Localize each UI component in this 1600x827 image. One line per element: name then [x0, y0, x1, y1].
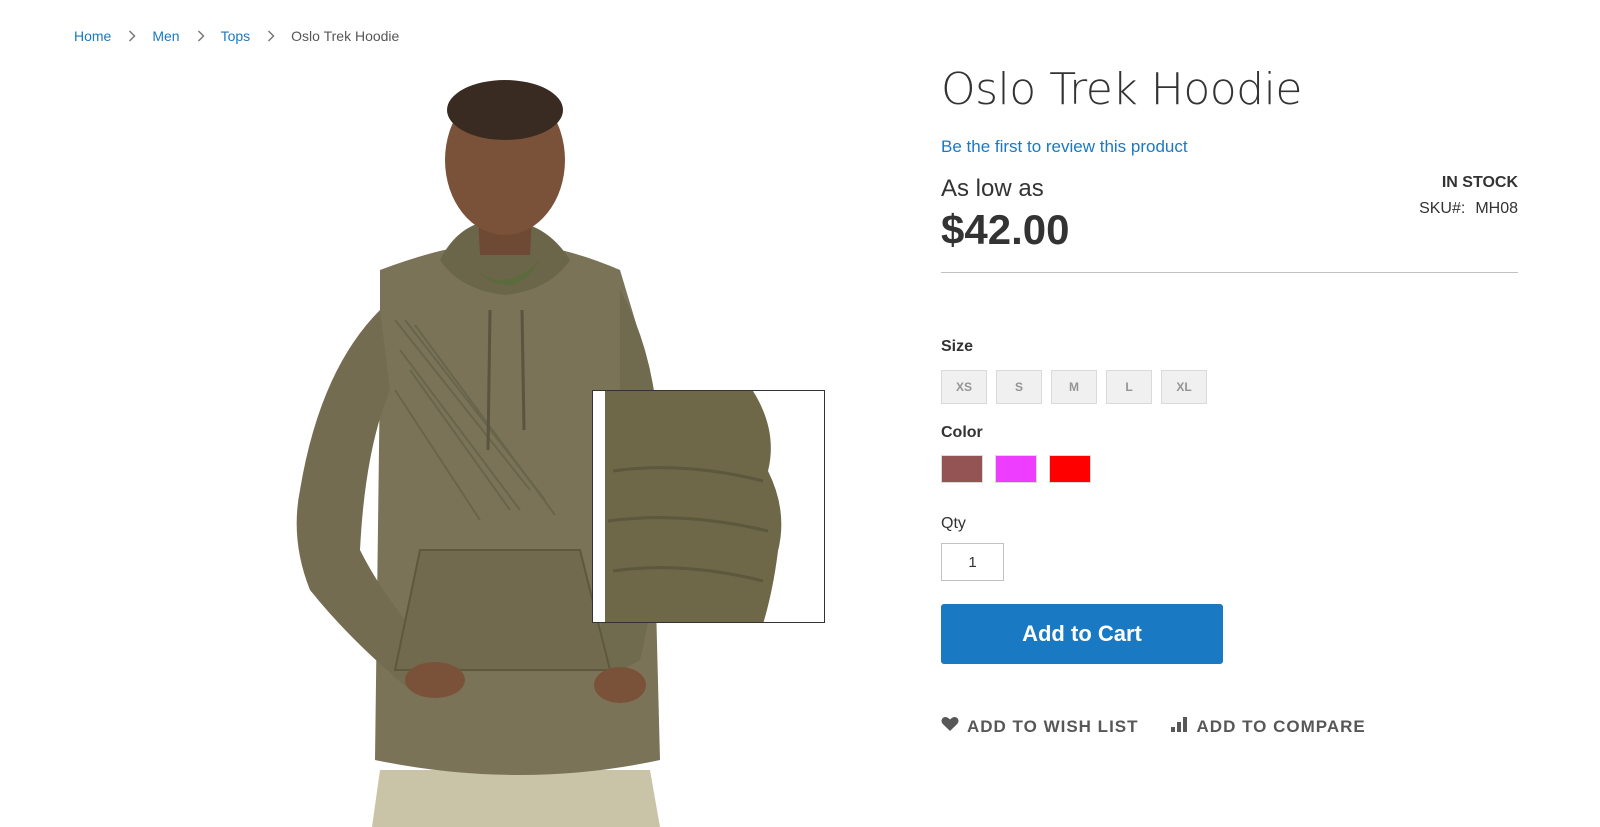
size-swatches: XS S M L XL [941, 370, 1518, 404]
size-swatch-m[interactable]: M [1051, 370, 1097, 404]
breadcrumb-tops[interactable]: Tops [221, 26, 251, 46]
chevron-right-icon [125, 29, 139, 43]
sku: SKU#: MH08 [1419, 200, 1518, 218]
breadcrumb-current: Oslo Trek Hoodie [291, 28, 400, 44]
wishlist-label: Add to Wish List [967, 716, 1139, 736]
breadcrumb: Home Men Tops Oslo Trek Hoodie [74, 26, 399, 46]
size-swatch-xl[interactable]: XL [1161, 370, 1207, 404]
stock-status: In stock [1441, 174, 1518, 191]
breadcrumb-men[interactable]: Men [152, 26, 179, 46]
color-label: Color [941, 424, 983, 441]
add-to-cart-button[interactable]: Add to Cart [941, 604, 1223, 664]
size-swatch-s[interactable]: S [996, 370, 1042, 404]
add-to-compare-link[interactable]: Add to Compare [1170, 716, 1366, 737]
size-option: Size XS S M L XL [941, 336, 1518, 404]
price-prefix: As low as [941, 175, 1044, 202]
price-box: As low as $42.00 In stock SKU#: MH08 [941, 174, 1518, 273]
bar-chart-icon [1170, 716, 1189, 737]
product-info: Oslo Trek Hoodie Be the first to review … [941, 58, 1518, 737]
color-swatches [941, 455, 1518, 483]
color-option: Color [941, 422, 1518, 483]
qty-input[interactable] [941, 543, 1004, 581]
breadcrumb-home[interactable]: Home [74, 26, 111, 46]
page-title: Oslo Trek Hoodie [941, 64, 1302, 115]
color-swatch-brown[interactable] [941, 455, 983, 483]
qty-label: Qty [941, 515, 966, 532]
size-swatch-xs[interactable]: XS [941, 370, 987, 404]
sku-label: SKU#: [1419, 200, 1466, 217]
color-swatch-red[interactable] [1049, 455, 1091, 483]
review-link[interactable]: Be the first to review this product [941, 136, 1518, 158]
qty-field: Qty [941, 513, 1518, 581]
image-zoom-lens [592, 390, 825, 623]
size-swatch-l[interactable]: L [1106, 370, 1152, 404]
heart-icon [941, 716, 959, 737]
product-page: Home Men Tops Oslo Trek Hoodie Oslo Trek… [0, 0, 1600, 827]
compare-label: Add to Compare [1196, 716, 1366, 736]
sku-value: MH08 [1475, 200, 1518, 217]
product-price: $42.00 [941, 206, 1070, 253]
size-label: Size [941, 338, 974, 355]
product-actions: Add to Wish List Add to Compare [941, 716, 1518, 737]
add-to-wishlist-link[interactable]: Add to Wish List [941, 716, 1139, 737]
color-swatch-magenta[interactable] [995, 455, 1037, 483]
chevron-right-icon [194, 29, 208, 43]
chevron-right-icon [264, 29, 278, 43]
